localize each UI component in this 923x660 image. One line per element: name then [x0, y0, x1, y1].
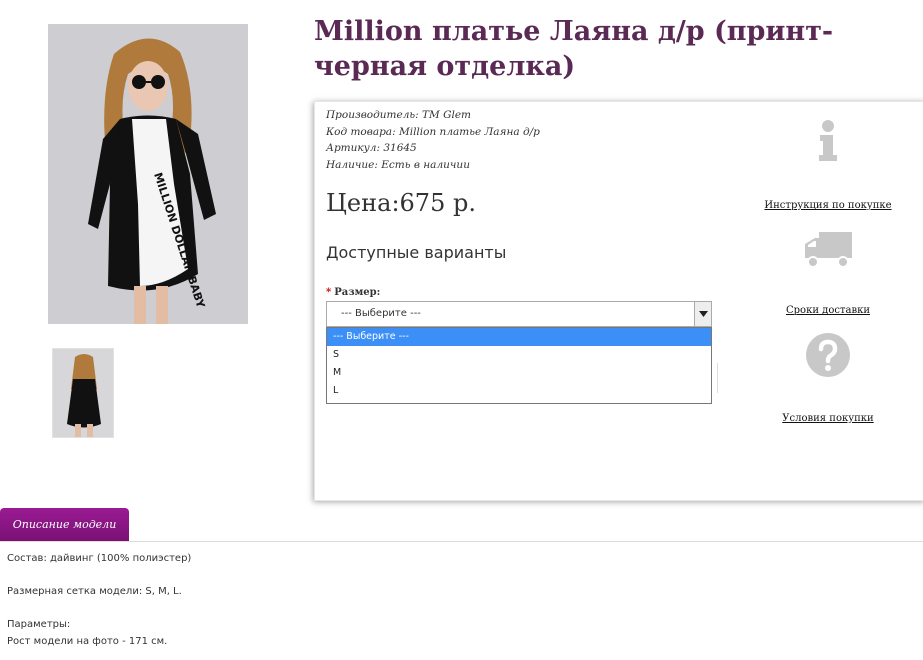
meta-sku: Артикул: 31645 — [326, 140, 540, 157]
description-params-label: Параметры: — [7, 619, 71, 630]
chevron-down-icon[interactable] — [694, 302, 711, 326]
meta-manufacturer: Производитель: TM Glem — [326, 107, 540, 124]
instructions-link[interactable]: Инструкция по покупке — [764, 200, 891, 211]
instructions-block: Инструкция по покупке — [758, 119, 898, 212]
conditions-block: Условия покупки — [758, 333, 898, 425]
meta-manufacturer-label: Производитель: — [326, 109, 419, 121]
info-icon — [819, 120, 837, 161]
meta-sku-value: 31645 — [383, 142, 417, 154]
truck-icon — [805, 232, 852, 268]
size-option[interactable]: --- Выберите --- — [327, 328, 711, 346]
size-option[interactable]: M — [327, 364, 711, 382]
description-sizes: Размерная сетка модели: S, M, L. — [7, 586, 182, 597]
meta-code-value: Million платье Лаяна д/р — [398, 125, 540, 138]
meta-stock-value: Есть в наличии — [381, 158, 470, 171]
product-main-image[interactable]: MILLION DOLLAR BABY — [48, 24, 248, 324]
delivery-block: Сроки доставки — [758, 230, 898, 317]
size-select[interactable]: --- Выберите --- — [326, 301, 712, 327]
meta-stock-label: Наличие: — [326, 158, 378, 171]
conditions-link[interactable]: Условия покупки — [782, 413, 873, 424]
question-icon — [806, 333, 850, 377]
delivery-link[interactable]: Сроки доставки — [786, 305, 870, 316]
meta-sku-label: Артикул: — [326, 142, 380, 154]
tab-divider — [0, 541, 923, 542]
options-heading: Доступные варианты — [326, 243, 507, 262]
product-info-box: Производитель: TM Glem Код товара: Milli… — [314, 101, 923, 501]
meta-stock: Наличие: Есть в наличии — [326, 157, 540, 174]
meta-manufacturer-value[interactable]: TM Glem — [422, 109, 471, 121]
size-select-value: --- Выберите --- — [341, 308, 421, 319]
size-option[interactable]: L — [327, 382, 711, 400]
meta-code: Код товара: Million платье Лаяна д/р — [326, 124, 540, 141]
size-label: * Размер: — [326, 287, 380, 298]
product-price: Цена:675 р. — [326, 189, 476, 217]
meta-code-label: Код товара: — [326, 125, 396, 138]
product-thumbnail[interactable] — [52, 348, 114, 438]
dress-photo: MILLION DOLLAR BABY — [48, 24, 248, 324]
size-option[interactable]: S — [327, 346, 711, 364]
required-mark: * — [326, 287, 332, 298]
description-composition: Состав: дайвинг (100% полиэстер) — [7, 553, 192, 564]
size-label-text: Размер: — [334, 287, 381, 298]
tab-description[interactable]: Описание модели — [0, 508, 129, 541]
size-dropdown-list: --- Выберите --- S M L — [326, 327, 712, 404]
dress-back-photo — [53, 349, 113, 437]
product-meta: Производитель: TM Glem Код товара: Milli… — [326, 107, 540, 173]
product-title: Million платье Лаяна д/р (принт-черная о… — [314, 16, 834, 82]
description-height: Рост модели на фото - 171 см. — [7, 636, 168, 647]
